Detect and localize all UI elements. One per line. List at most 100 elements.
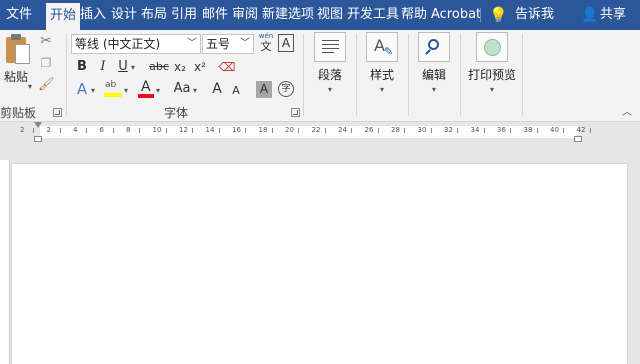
phonetic-pinyin: wén [258, 32, 274, 40]
paragraph-dropdown-icon[interactable]: ▾ [310, 85, 350, 94]
grow-font-button[interactable]: A [210, 80, 224, 98]
ruler-tick-mark [483, 128, 485, 133]
ruler-tick-mark [430, 128, 432, 133]
tab-insert[interactable]: 插入 [80, 0, 106, 30]
ruler-tick-mark [218, 128, 220, 133]
ruler-tick-mark [139, 128, 140, 133]
font-size-combo[interactable]: 五号 ﹀ [202, 34, 254, 54]
ribbon-tab-bar: 文件 开始 插入 设计 布局 引用 邮件 审阅 新建选项 视图 开发工具 帮助 … [0, 0, 640, 30]
first-line-indent-marker[interactable] [34, 122, 42, 128]
highlight-dropdown-icon[interactable]: ▾ [124, 82, 128, 100]
ruler-tick-mark [351, 128, 352, 133]
ruler-tick-mark [112, 128, 114, 133]
clipboard-label: 剪贴板 [0, 106, 37, 120]
ruler-tick-mark [59, 128, 61, 133]
chevron-down-icon[interactable]: ﹀ [187, 35, 197, 53]
ruler-tick-mark [271, 128, 273, 133]
collapse-ribbon-icon[interactable]: ︿ [622, 104, 632, 122]
text-effects-icon[interactable]: A [74, 80, 90, 98]
styles-label: 样式 [369, 68, 394, 82]
document-page[interactable] [12, 164, 627, 364]
tab-help[interactable]: 帮助 [401, 0, 427, 30]
tab-mailings[interactable]: 邮件 [202, 0, 228, 30]
cut-icon[interactable]: ✂ [38, 32, 54, 50]
left-indent-marker[interactable] [34, 136, 42, 142]
ruler-tick-label: 26 [364, 126, 374, 134]
clear-formatting-icon[interactable]: ⌫ [218, 58, 236, 76]
right-indent-marker[interactable] [574, 136, 582, 142]
lightbulb-icon[interactable]: 💡 [489, 0, 508, 30]
phonetic-guide-button[interactable]: wén 文 [258, 32, 274, 54]
italic-button[interactable]: I [95, 58, 111, 76]
tab-layout[interactable]: 布局 [141, 0, 167, 30]
paste-icon[interactable] [4, 34, 32, 66]
ruler-tick-label: 18 [258, 126, 268, 134]
change-case-dropdown-icon[interactable]: ▾ [193, 82, 197, 100]
ruler-tick-label: 20 [285, 126, 294, 134]
print-preview-button[interactable]: 打印预览 ▾ [466, 32, 518, 94]
ruler-tick-label: 42 [576, 126, 586, 134]
chevron-down-icon[interactable]: ﹀ [240, 35, 250, 53]
copy-icon[interactable]: ❐ [38, 54, 54, 72]
font-name-value: 等线 (中文正文) [75, 37, 161, 51]
font-color-dropdown-icon[interactable]: ▾ [156, 82, 160, 100]
tell-me-box[interactable]: 告诉我 [515, 0, 554, 30]
change-case-button[interactable]: Aa [172, 80, 192, 98]
tab-home[interactable]: 开始 [46, 3, 81, 30]
tab-new-options[interactable]: 新建选项 [262, 0, 314, 30]
paste-dropdown-icon[interactable]: ▾ [28, 78, 32, 96]
strikethrough-button[interactable]: abc [148, 58, 170, 76]
ruler-tick-label: 12 [179, 126, 188, 134]
editing-label: 编辑 [421, 68, 446, 82]
ruler-tick-label: 16 [232, 126, 241, 134]
ruler-tick-label: 4 [73, 126, 78, 134]
paste-button[interactable]: 粘贴 [4, 68, 28, 86]
phonetic-char: 文 [260, 40, 272, 53]
paragraph-icon [314, 32, 346, 62]
font-color-button[interactable]: A [138, 79, 154, 100]
enclose-characters-button[interactable]: 字 [278, 81, 294, 97]
magnifier-icon [418, 32, 450, 62]
tab-references[interactable]: 引用 [171, 0, 197, 30]
vertical-ruler[interactable] [0, 160, 10, 364]
share-button[interactable]: 共享 [600, 0, 626, 30]
editing-dropdown-icon[interactable]: ▾ [414, 85, 454, 94]
character-border-button[interactable]: A [278, 34, 294, 52]
styles-button[interactable]: A ✎ 样式 ▾ [362, 32, 402, 94]
ruler-tick-label: 14 [205, 126, 215, 134]
tab-file[interactable]: 文件 [6, 0, 32, 30]
tab-review[interactable]: 审阅 [232, 0, 258, 30]
paragraph-button[interactable]: 段落 ▾ [310, 32, 350, 94]
font-name-combo[interactable]: 等线 (中文正文) ﹀ [71, 34, 201, 54]
superscript-button[interactable]: x² [192, 58, 208, 76]
tab-view[interactable]: 视图 [317, 0, 343, 30]
clipboard-launcher-icon[interactable] [53, 108, 62, 117]
ruler-tick-label: 6 [99, 126, 104, 134]
shrink-font-button[interactable]: A [230, 82, 242, 100]
ruler-tick-label: 38 [523, 126, 533, 134]
tab-design[interactable]: 设计 [111, 0, 137, 30]
tab-acrobat[interactable]: Acrobat [431, 0, 481, 30]
ruler-tick-mark [245, 128, 246, 133]
font-launcher-icon[interactable] [291, 108, 300, 117]
ruler-tick-label: 10 [152, 126, 162, 134]
format-painter-icon[interactable]: 🖌 [38, 76, 55, 94]
print-preview-dropdown-icon[interactable]: ▾ [466, 85, 518, 94]
styles-dropdown-icon[interactable]: ▾ [362, 85, 402, 94]
underline-button[interactable]: U [116, 58, 130, 76]
character-shading-button[interactable]: A [256, 81, 272, 98]
tab-developer[interactable]: 开发工具 [347, 0, 399, 30]
ruler-tick-mark [536, 128, 538, 133]
person-icon[interactable]: 👤 [581, 0, 598, 30]
text-effects-dropdown-icon[interactable]: ▾ [91, 82, 95, 100]
underline-dropdown-icon[interactable]: ▾ [131, 59, 135, 77]
bold-button[interactable]: B [74, 58, 90, 76]
ruler-tick-mark [298, 128, 299, 133]
font-color-swatch [138, 94, 154, 98]
ruler-tick-mark [86, 128, 87, 133]
editing-button[interactable]: 编辑 ▾ [414, 32, 454, 94]
horizontal-ruler[interactable]: 2 2 4 6 8 10 12 14 16 18 20 22 24 26 28 30 32 34 36 38 40 42 [0, 122, 640, 142]
ruler-tick-mark [563, 128, 564, 133]
highlight-color-button[interactable]: ab [104, 80, 122, 100]
subscript-button[interactable]: x₂ [172, 58, 188, 76]
